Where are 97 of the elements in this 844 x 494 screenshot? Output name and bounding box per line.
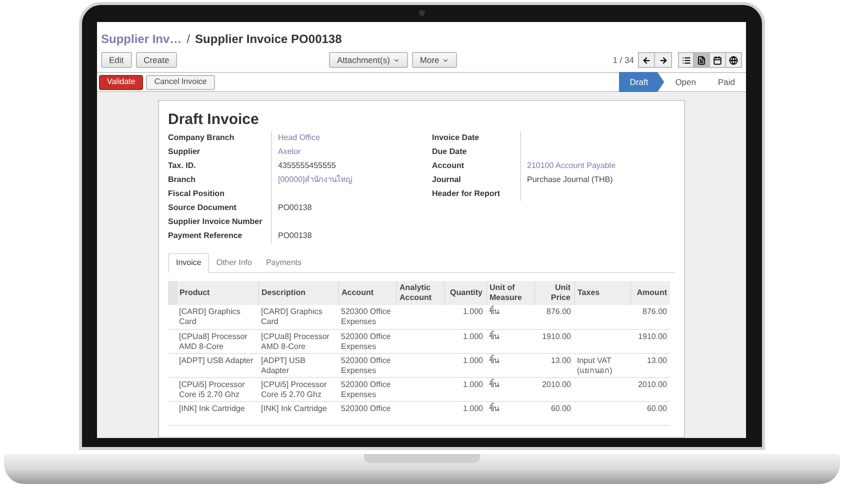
column-header: Taxes — [574, 281, 630, 305]
field-label: Supplier — [168, 146, 202, 158]
toolbar-button[interactable]: Create — [136, 52, 178, 68]
table-cell: 1.000 — [462, 332, 483, 340]
column-header: Account — [338, 281, 396, 305]
status-stage[interactable]: Open — [664, 72, 707, 92]
arrow-left-icon — [642, 56, 651, 64]
action-button[interactable]: Cancel Invoice — [146, 74, 215, 90]
view-switch-button[interactable] — [694, 52, 710, 68]
view-switch-button[interactable] — [726, 52, 742, 68]
table-cell: 2010.00 — [638, 380, 667, 388]
dropdown-button[interactable]: Attachment(s) — [329, 52, 408, 68]
table-cell: 520300 Office Expenses — [341, 380, 391, 398]
table-cell: ชิ้น — [489, 404, 499, 412]
column-header: Description — [258, 281, 338, 305]
table-cell: 2010.00 — [542, 380, 571, 388]
field-label: Due Date — [432, 146, 468, 158]
field-label: Account — [432, 160, 465, 172]
table-cell: 520300 Office Expenses — [341, 356, 391, 374]
table-cell: ชิ้น — [489, 380, 499, 388]
view-switch-button[interactable] — [678, 52, 694, 68]
column-header: Product — [176, 281, 258, 305]
table-cell: [INK] Ink Cartridge — [261, 404, 327, 412]
table-cell: [INK] Ink Cartridge — [179, 404, 245, 412]
column-header: Quantity — [444, 281, 486, 305]
table-cell: 520300 Office Expenses — [341, 307, 391, 326]
column-header: Amount — [630, 281, 670, 305]
table-cell: 13.00 — [646, 356, 667, 364]
tab[interactable]: Other Info — [209, 253, 259, 273]
field-label: Fiscal Position — [168, 188, 226, 200]
field-link[interactable]: 210100 Account Payable — [527, 160, 616, 172]
table-cell: 1910.00 — [638, 332, 667, 340]
table-cell: 1.000 — [462, 404, 483, 412]
table-cell: ชิ้น — [489, 356, 499, 364]
table-cell: [ADPT] USB Adapter — [179, 356, 254, 364]
table-cell: 60.00 — [646, 404, 667, 412]
pager-text: 1 / 34 — [612, 54, 634, 66]
field-value: Purchase Journal (THB) — [527, 174, 613, 186]
table-cell: 1.000 — [462, 356, 483, 364]
previous-button[interactable] — [638, 52, 655, 68]
document-icon — [697, 56, 706, 64]
status-stage[interactable]: Paid — [706, 72, 746, 92]
list-icon — [682, 56, 690, 64]
table-cell: 1910.00 — [542, 332, 571, 340]
field-label: Header for Report — [432, 188, 502, 200]
table-cell: 520300 Office — [341, 404, 391, 412]
field-label: Supplier Invoice Number — [168, 216, 264, 228]
breadcrumb-title: Supplier Invoice PO00138 — [195, 31, 342, 48]
table-cell: 876.00 — [546, 307, 571, 316]
table-cell: 60.00 — [550, 404, 571, 412]
table-cell: [CARD] Graphics Card — [179, 307, 240, 326]
field-label: Company Branch — [168, 132, 236, 144]
table-cell: [CPUa8] Processor AMD 8-Core — [261, 332, 330, 350]
field-label: Payment Reference — [168, 230, 244, 242]
field-label: Source Document — [168, 202, 238, 214]
field-label: Journal — [432, 174, 462, 186]
table-cell: 13.00 — [550, 356, 571, 364]
table-cell: Input VAT (แยกนอก) — [577, 356, 612, 374]
field-value: PO00138 — [278, 230, 312, 242]
field-value: PO00138 — [278, 202, 312, 214]
arrow-right-icon — [658, 56, 668, 64]
toolbar-button[interactable]: Edit — [101, 52, 132, 68]
table-cell: 1.000 — [462, 307, 483, 316]
table-cell: [CPUa8] Processor AMD 8-Core — [179, 332, 248, 350]
status-stage[interactable]: Draft — [618, 72, 664, 92]
table-cell: [CARD] Graphics Card — [261, 307, 322, 326]
column-header: Unit of Measure — [486, 281, 534, 305]
breadcrumb-separator: / — [186, 31, 190, 48]
field-link[interactable]: Head Office — [278, 132, 320, 144]
sheet-title: Draft Invoice — [168, 110, 260, 130]
globe-icon — [729, 56, 738, 64]
caret-icon — [442, 56, 450, 64]
field-value: 4355555455555 — [278, 160, 336, 172]
tab[interactable]: Invoice — [168, 253, 210, 273]
column-header: Analytic Account — [396, 281, 444, 305]
column-header: Unit Price — [534, 281, 574, 305]
table-cell: 876.00 — [642, 307, 667, 316]
table-cell: ชิ้น — [489, 307, 499, 316]
table-cell: [CPUi5] Processor Core i5 2.70 Ghz — [179, 380, 245, 398]
tab[interactable]: Payments — [258, 253, 309, 273]
next-button[interactable] — [655, 52, 672, 68]
table-cell: [CPUi5] Processor Core i5 2.70 Ghz — [261, 380, 327, 398]
field-label: Branch — [168, 174, 197, 186]
view-switch-button[interactable] — [710, 52, 726, 68]
table-cell: ชิ้น — [489, 332, 499, 340]
field-label: Invoice Date — [432, 132, 480, 144]
field-link[interactable]: Axelor — [278, 146, 301, 158]
table-cell: [ADPT] USB Adapter — [261, 356, 306, 374]
dropdown-button[interactable]: More — [412, 52, 458, 68]
table-cell: 520300 Office Expenses — [341, 332, 391, 350]
caret-icon — [392, 56, 400, 64]
field-link[interactable]: [00000]สำนักงานใหญ่ — [278, 174, 353, 186]
breadcrumb-link[interactable]: Supplier Inv… — [101, 30, 182, 48]
table-cell: 1.000 — [462, 380, 483, 388]
field-label: Tax. ID. — [168, 160, 197, 172]
action-button[interactable]: Validate — [99, 74, 144, 90]
calendar-icon — [713, 56, 722, 64]
